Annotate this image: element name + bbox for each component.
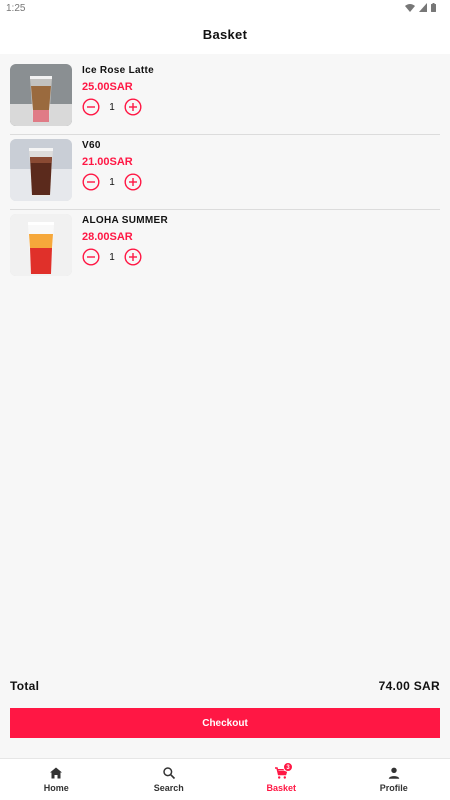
nav-item-basket[interactable]: 3 Basket [225,759,338,800]
nav-item-search[interactable]: Search [113,759,226,800]
battery-icon [431,3,436,12]
product-image [10,139,72,201]
basket-list: Ice Rose Latte 25.00SAR 1 V60 21.00SAR 1 [10,60,440,285]
total-value: 74.00 SAR [378,679,440,693]
item-price: 25.00SAR [82,81,133,93]
app-bar: Basket [0,16,450,54]
increment-button[interactable] [124,173,142,191]
increment-button[interactable] [124,248,142,266]
bottom-nav: Home Search 3 Basket Profile [0,758,450,800]
item-price: 21.00SAR [82,156,133,168]
item-price: 28.00SAR [82,231,133,243]
wifi-icon [405,4,415,12]
basket-item: Ice Rose Latte 25.00SAR 1 [10,60,440,135]
nav-item-home[interactable]: Home [0,759,113,800]
status-icons [405,3,436,12]
home-icon [50,767,63,779]
person-icon [388,767,399,779]
quantity-value: 1 [109,101,115,113]
cart-count-badge: 3 [283,762,293,772]
nav-label: Search [153,783,184,793]
nav-label: Profile [379,783,408,793]
decrement-button[interactable] [82,98,100,116]
quantity-stepper: 1 [82,173,142,191]
decrement-button[interactable] [82,173,100,191]
quantity-value: 1 [109,176,115,188]
item-name: ALOHA SUMMER [82,215,169,226]
quantity-stepper: 1 [82,98,142,116]
nav-label: Home [43,783,69,793]
quantity-value: 1 [109,251,115,263]
status-bar: 1:25 [0,0,450,16]
nav-item-profile[interactable]: Profile [338,759,450,800]
checkout-button[interactable]: Checkout [10,708,440,738]
search-icon [163,767,175,780]
decrement-button[interactable] [82,248,100,266]
product-image [10,214,72,276]
cell-signal-icon [419,3,427,12]
page-title: Basket [202,27,248,42]
item-name: V60 [82,140,101,151]
status-time: 1:25 [6,3,26,14]
product-image [10,64,72,126]
basket-item: V60 21.00SAR 1 [10,135,440,210]
total-row: Total 74.00 SAR [10,678,440,694]
total-label: Total [10,679,40,693]
item-name: Ice Rose Latte [82,65,155,76]
basket-item: ALOHA SUMMER 28.00SAR 1 [10,210,440,285]
nav-label: Basket [266,783,297,793]
quantity-stepper: 1 [82,248,142,266]
increment-button[interactable] [124,98,142,116]
